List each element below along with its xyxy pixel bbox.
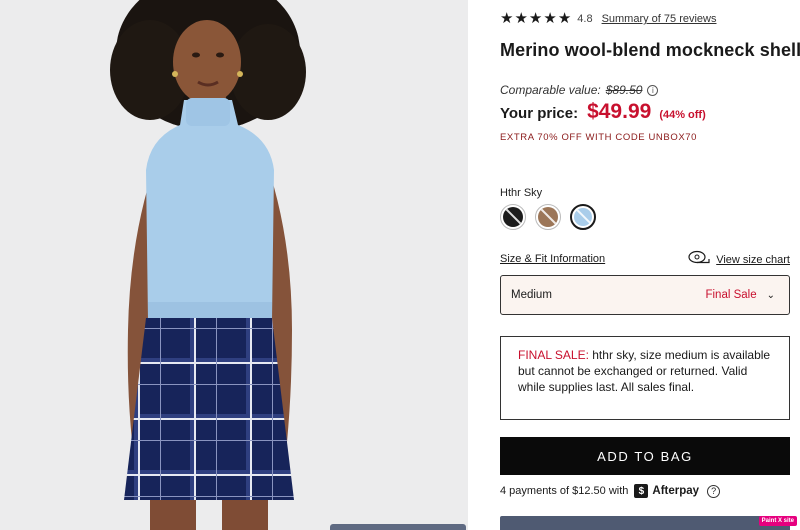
- secondary-action-bar[interactable]: [500, 516, 790, 530]
- view-size-chart[interactable]: View size chart: [688, 250, 790, 269]
- selected-color-name: Hthr Sky: [500, 187, 543, 199]
- paint-x-site-badge[interactable]: Paint X site: [758, 516, 797, 526]
- comparable-value: Comparable value: $89.50 i: [500, 83, 659, 97]
- final-sale-tag: Final Sale: [705, 289, 757, 301]
- swatch-fill: [503, 207, 523, 227]
- price-row: Your price: $49.99 (44% off): [500, 100, 706, 124]
- afterpay-brand: Afterpay: [652, 485, 700, 497]
- size-chart-label: View size chart: [716, 253, 790, 266]
- chevron-down-icon: ⌄: [766, 289, 775, 301]
- product-title: Merino wool-blend mockneck shell: [500, 40, 800, 60]
- swatch-fill: [538, 207, 558, 227]
- afterpay-logo: $ Afterpay: [634, 484, 699, 498]
- discount-percent: (44% off): [659, 109, 706, 121]
- star-icon: ★: [514, 10, 528, 27]
- help-icon[interactable]: ?: [707, 484, 721, 498]
- size-fit-info-link[interactable]: Size & Fit Information: [500, 253, 605, 265]
- model-illustration: [0, 0, 468, 530]
- product-image[interactable]: [0, 0, 468, 530]
- image-carousel-indicator[interactable]: [330, 524, 466, 530]
- star-icon: ★: [557, 10, 572, 27]
- star-icon: ★: [500, 10, 514, 27]
- star-icon: ★: [528, 10, 543, 27]
- afterpay-message: 4 payments of $12.50 with $ Afterpay ?: [500, 484, 721, 498]
- comparable-label: Comparable value:: [500, 83, 601, 97]
- selected-size: Medium: [511, 289, 552, 301]
- comparable-price: $89.50: [605, 83, 643, 97]
- add-to-bag-button[interactable]: ADD TO BAG: [500, 437, 790, 475]
- tape-measure-icon: [688, 250, 710, 269]
- sale-price: $49.99: [587, 100, 652, 123]
- swatch-hthr-sky[interactable]: [570, 204, 596, 230]
- promo-code-message: EXTRA 70% OFF WITH CODE UNBOX70: [500, 132, 698, 143]
- product-details-panel: ★ ★ ★ ★ ★ 4.8 Summary of 75 reviews Meri…: [468, 0, 800, 530]
- reviews-summary-link[interactable]: Summary of 75 reviews: [602, 13, 717, 25]
- final-sale-notice: FINAL SALE: hthr sky, size medium is ava…: [500, 336, 790, 420]
- info-icon[interactable]: i: [647, 84, 659, 96]
- rating-summary: ★ ★ ★ ★ ★ 4.8 Summary of 75 reviews: [500, 11, 717, 27]
- final-sale-lead: FINAL SALE:: [518, 348, 589, 362]
- afterpay-icon: $: [634, 484, 649, 498]
- swatch-camel[interactable]: [535, 204, 561, 230]
- star-icon: ★: [543, 10, 557, 27]
- swatch-fill: [574, 208, 592, 226]
- price-label: Your price:: [500, 105, 579, 122]
- color-swatches: [500, 204, 596, 230]
- rating-value: 4.8: [577, 13, 593, 25]
- swatch-black[interactable]: [500, 204, 526, 230]
- star-rating: ★ ★ ★ ★ ★: [500, 11, 571, 27]
- size-dropdown[interactable]: Medium Final Sale ⌄: [500, 275, 790, 315]
- afterpay-installments: 4 payments of $12.50 with: [500, 485, 629, 497]
